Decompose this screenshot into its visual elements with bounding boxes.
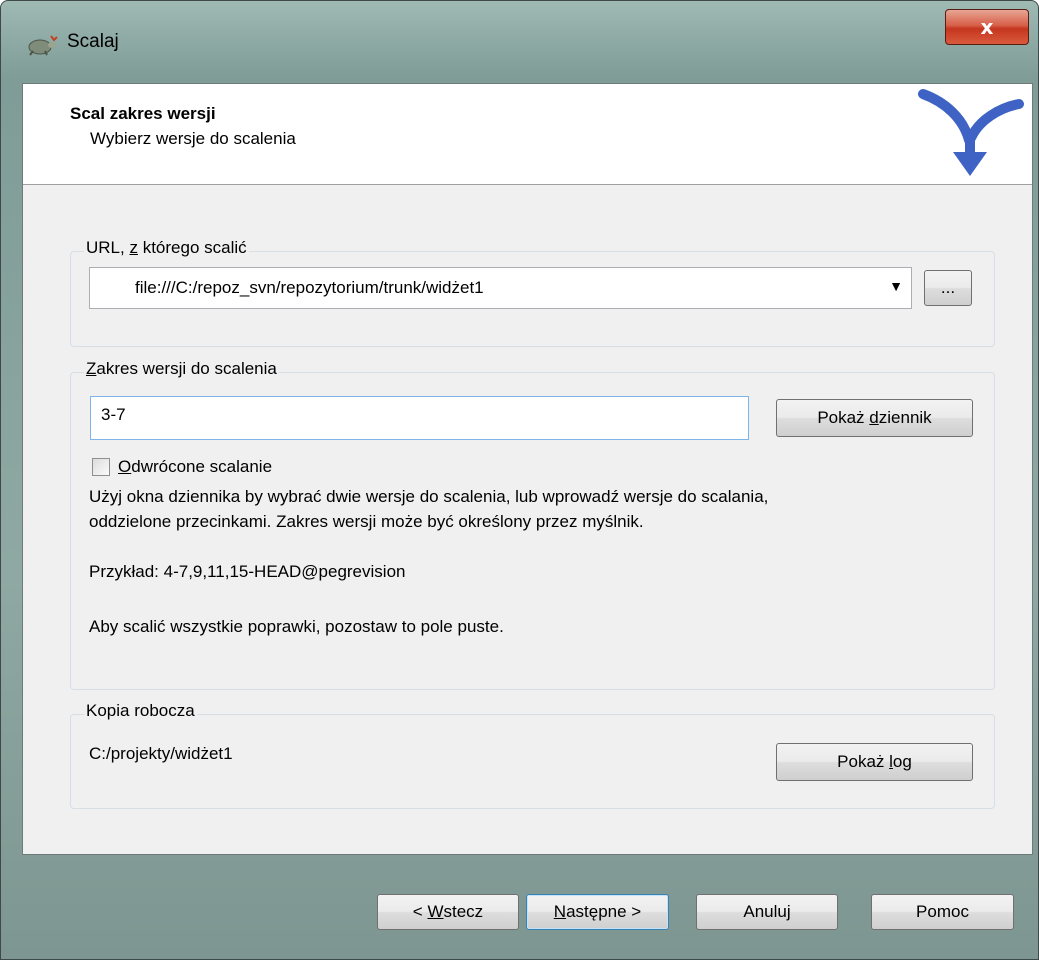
cancel-button[interactable]: Anuluj <box>696 894 838 930</box>
close-button[interactable]: x <box>945 9 1029 45</box>
empty-hint-text: Aby scalić wszystkie poprawki, pozostaw … <box>89 617 504 636</box>
reverse-merge-checkbox[interactable] <box>92 458 110 476</box>
url-value: file:///C:/repoz_svn/repozytorium/trunk/… <box>135 278 484 297</box>
help-text-line2: oddzielone przecinkami. Zakres wersji mo… <box>89 512 644 531</box>
tortoise-app-icon <box>28 35 58 56</box>
range-group-label: Zakres wersji do scalenia <box>84 359 279 379</box>
page-title: Scal zakres wersji <box>70 104 216 123</box>
close-icon: x <box>980 15 994 39</box>
back-button[interactable]: < Wstecz <box>377 894 519 930</box>
title-bar[interactable]: Scalaj x <box>1 1 1039 83</box>
help-button[interactable]: Pomoc <box>871 894 1014 930</box>
next-button[interactable]: Następne > <box>526 894 669 930</box>
merge-icon <box>918 89 1024 176</box>
reverse-merge-label[interactable]: Odwrócone scalanie <box>118 454 272 479</box>
dropdown-arrow-icon[interactable]: ▼ <box>889 278 903 294</box>
page-subtitle: Wybierz wersje do scalenia <box>90 129 296 148</box>
working-copy-path: C:/projekty/widżet1 <box>89 744 233 763</box>
example-text: Przykład: 4-7,9,11,15-HEAD@pegrevision <box>89 562 406 581</box>
help-text-line1: Użyj okna dziennika by wybrać dwie wersj… <box>89 487 769 506</box>
show-log-wc-button[interactable]: Pokaż log <box>776 743 973 781</box>
show-log-button[interactable]: Pokaż dziennik <box>776 399 973 437</box>
working-copy-group-label: Kopia robocza <box>84 701 197 721</box>
revision-range-input[interactable]: 3-7 <box>90 396 749 440</box>
window-title: Scalaj <box>67 31 119 52</box>
url-group-label: URL, z którego scalić <box>84 238 249 258</box>
wizard-header: Scal zakres wersji Wybierz wersje do sca… <box>23 84 1032 185</box>
url-combobox[interactable]: file:///C:/repoz_svn/repozytorium/trunk/… <box>89 267 912 309</box>
browse-button[interactable]: ... <box>924 270 972 306</box>
client-area: Scal zakres wersji Wybierz wersje do sca… <box>22 83 1033 855</box>
wizard-window: Scalaj x Scal zakres wersji Wybierz wers… <box>0 0 1039 960</box>
